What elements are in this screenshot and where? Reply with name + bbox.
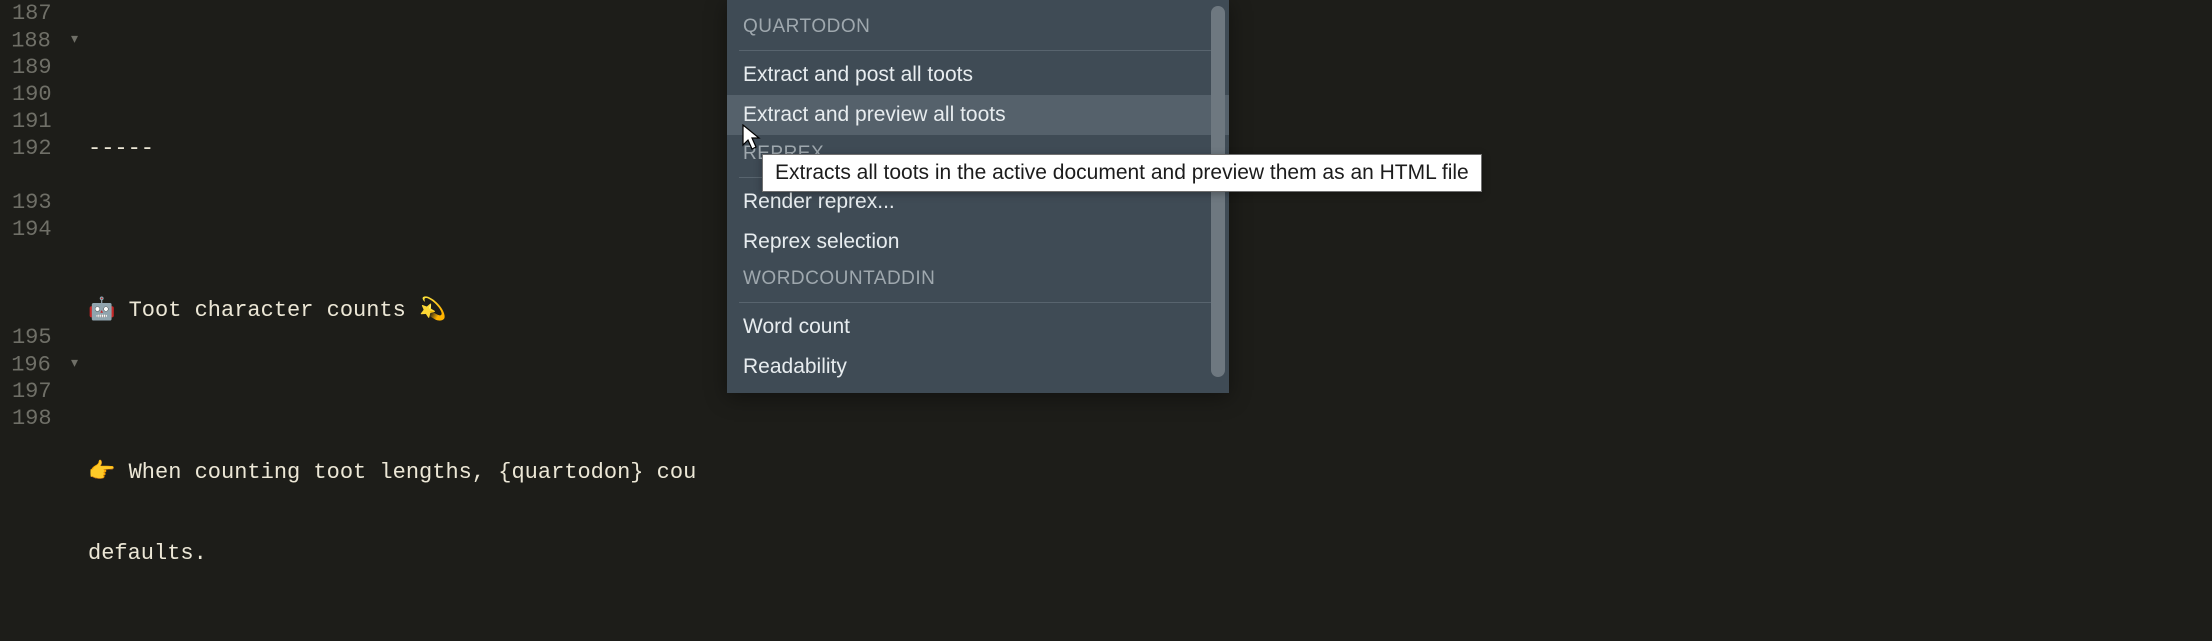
line-number: 195 [6, 324, 78, 351]
line-number: 188 ▾ [6, 27, 78, 54]
menu-item-extract-post[interactable]: Extract and post all toots [727, 55, 1229, 95]
line-number [6, 243, 78, 270]
line-number [6, 162, 78, 189]
line-number-gutter: 187 188 ▾ 189 190 191 192 193 194 195 19… [0, 0, 88, 641]
line-number: 187 [6, 0, 78, 27]
code-line [88, 621, 2212, 641]
fold-marker-icon[interactable]: ▾ [64, 351, 78, 378]
fold-marker-icon[interactable]: ▾ [64, 27, 78, 54]
code-line: 👉 When counting toot lengths, {quartodon… [88, 459, 2212, 486]
menu-item-extract-preview[interactable]: Extract and preview all toots [727, 95, 1229, 135]
menu-divider [739, 302, 1217, 303]
line-number [6, 297, 78, 324]
addins-menu[interactable]: QUARTODON Extract and post all toots Ext… [727, 0, 1229, 393]
menu-item-word-count[interactable]: Word count [727, 307, 1229, 347]
menu-item-tooltip: Extracts all toots in the active documen… [762, 154, 1482, 192]
line-number: 198 [6, 405, 78, 432]
line-number: 190 [6, 81, 78, 108]
line-number: 193 [6, 189, 78, 216]
menu-section-header: QUARTODON [727, 0, 1229, 46]
menu-divider [739, 50, 1217, 51]
menu-item-reprex-selection[interactable]: Reprex selection [727, 222, 1229, 262]
code-line: defaults. [88, 540, 2212, 567]
line-number: 191 [6, 108, 78, 135]
line-number [6, 270, 78, 297]
line-number: 194 [6, 216, 78, 243]
menu-item-readability[interactable]: Readability [727, 347, 1229, 387]
line-number: 197 [6, 378, 78, 405]
menu-section-header: WORDCOUNTADDIN [727, 262, 1229, 298]
line-number: 189 [6, 54, 78, 81]
line-number: 196 ▾ [6, 351, 78, 378]
line-number: 192 [6, 135, 78, 162]
